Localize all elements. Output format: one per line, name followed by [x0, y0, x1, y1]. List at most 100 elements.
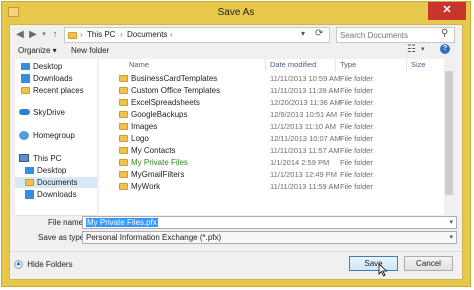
file-row[interactable]: Logo 12/11/2013 10:07 AM File folder — [99, 133, 439, 144]
file-name: Images — [131, 122, 158, 131]
desktop-icon — [25, 167, 34, 174]
nav-label: Documents — [37, 178, 78, 187]
filename-input[interactable]: My Private Files.pfx ▾ — [82, 216, 457, 229]
file-name: BusinessCardTemplates — [131, 74, 218, 83]
file-date: 1/1/2014 2:59 PM — [270, 158, 330, 167]
search-input[interactable] — [340, 29, 438, 41]
downloads-icon — [25, 190, 34, 199]
file-date: 11/1/2013 11:10 AM — [270, 122, 337, 131]
file-type: File folder — [340, 122, 373, 131]
vertical-scrollbar[interactable] — [444, 59, 454, 215]
file-row[interactable]: My Contacts 11/11/2013 11:57 AM File folde… — [99, 145, 439, 156]
file-type: File folder — [340, 98, 373, 107]
window-title: Save As — [217, 7, 255, 18]
refresh-icon[interactable]: ⟳ — [315, 28, 323, 39]
file-name: GoogleBackups — [131, 110, 188, 119]
folder-icon — [119, 135, 128, 142]
nav-label: Homegroup — [33, 131, 75, 140]
search-icon: ⚲ — [441, 28, 449, 39]
save-button[interactable]: Save — [349, 256, 398, 271]
breadcrumb-documents[interactable]: Documents — [127, 30, 167, 39]
folder-icon — [119, 171, 128, 178]
nav-label: Desktop — [37, 166, 67, 175]
file-date: 11/11/2013 11:39 AM — [270, 86, 340, 95]
breadcrumb-sep-icon: › — [170, 30, 173, 39]
folder-icon — [119, 75, 128, 82]
file-date: 11/11/2013 11:59 AM — [270, 182, 340, 191]
navigation-pane: Desktop Downloads Recent places SkyDrive… — [15, 59, 97, 215]
column-type[interactable]: Type — [340, 59, 356, 71]
save-type-select[interactable]: Personal Information Exchange (*.pfx) ▾ — [82, 231, 457, 244]
column-divider[interactable] — [265, 59, 266, 71]
file-date: 12/11/2013 10:07 AM — [270, 134, 341, 143]
folder-icon — [119, 123, 128, 130]
file-type: File folder — [340, 110, 373, 119]
cancel-button[interactable]: Cancel — [404, 256, 453, 271]
nav-label: Recent places — [33, 86, 84, 95]
column-date[interactable]: Date modified — [270, 59, 316, 71]
window-frame: Save As ✕ ◀ ▶ ▾ ↑ › This PC › Documents … — [1, 1, 471, 287]
nav-label: This PC — [33, 154, 62, 163]
downloads-icon — [21, 74, 30, 83]
file-date: 11/11/2013 10:59 AM — [270, 74, 341, 83]
file-row[interactable]: BusinessCardTemplates 11/11/2013 10:59 AM… — [99, 73, 439, 84]
address-dropdown-icon[interactable]: ▾ — [301, 29, 305, 38]
nav-label: Downloads — [33, 74, 73, 83]
address-bar[interactable]: › This PC › Documents › ▾ ⟳ — [64, 27, 330, 43]
breadcrumb-this-pc[interactable]: This PC — [87, 30, 115, 39]
view-dropdown-icon[interactable]: ▾ — [421, 45, 425, 53]
file-date: 12/9/2013 10:51 AM — [270, 110, 338, 119]
column-divider[interactable] — [335, 59, 336, 71]
footer-divider — [10, 251, 462, 252]
folder-icon — [119, 147, 128, 154]
file-row[interactable]: MyWork 11/11/2013 11:59 AM File folder — [99, 181, 439, 192]
file-row[interactable]: Images 11/1/2013 11:10 AM File folder — [99, 121, 439, 132]
file-row[interactable]: Custom Office Templates 11/11/2013 11:39 … — [99, 85, 439, 96]
file-name: My Private Files — [131, 158, 188, 167]
column-divider[interactable] — [406, 59, 407, 71]
folder-icon — [119, 111, 128, 118]
file-row[interactable]: MyGmailFilters 11/1/2013 12:49 PM File fol… — [99, 169, 439, 180]
file-row[interactable]: ExcelSpreadsheets 12/20/2013 11:36 AM File… — [99, 97, 439, 108]
file-list: Name Date modified Type Size BusinessCar… — [99, 59, 454, 215]
file-row[interactable]: GoogleBackups 12/9/2013 10:51 AM File fold… — [99, 109, 439, 120]
dialog-client: ◀ ▶ ▾ ↑ › This PC › Documents › ▾ ⟳ ⚲ Or… — [9, 24, 463, 280]
folder-icon — [119, 183, 128, 190]
file-date: 11/1/2013 12:49 PM — [270, 170, 337, 179]
file-type: File folder — [340, 134, 373, 143]
folder-icon — [68, 32, 77, 39]
column-name[interactable]: Name — [129, 59, 149, 71]
scrollbar-thumb[interactable] — [445, 71, 453, 195]
folder-icon — [119, 159, 128, 166]
hide-folders-label: Hide Folders — [27, 260, 73, 269]
recent-places-icon — [21, 87, 30, 94]
filename-value: My Private Files.pfx — [86, 218, 158, 227]
desktop-icon — [21, 63, 30, 70]
file-type: File folder — [340, 146, 373, 155]
file-name: Logo — [131, 134, 149, 143]
filename-dropdown-icon[interactable]: ▾ — [449, 217, 453, 228]
save-type-label: Save as type: — [38, 233, 87, 242]
back-icon[interactable]: ◀ — [14, 29, 26, 41]
homegroup-icon — [19, 131, 29, 140]
organize-menu[interactable]: Organize ▾ — [18, 46, 57, 55]
up-icon[interactable]: ↑ — [49, 29, 61, 41]
view-options-icon[interactable]: ☷ — [407, 44, 416, 55]
file-name: MyWork — [131, 182, 161, 191]
computer-icon — [19, 154, 29, 162]
cloud-icon — [19, 109, 30, 115]
help-icon[interactable]: ? — [440, 44, 450, 54]
nav-item-documents[interactable]: Documents — [15, 177, 97, 188]
nav-label: SkyDrive — [33, 108, 66, 117]
file-row[interactable]: My Private Files 1/1/2014 2:59 PM File fol… — [99, 157, 439, 168]
file-date: 12/20/2013 11:36 AM — [270, 98, 341, 107]
hide-folders-toggle[interactable]: ▲ Hide Folders — [14, 259, 73, 271]
documents-icon — [25, 179, 34, 186]
filename-label: File name: — [48, 218, 86, 227]
close-button[interactable]: ✕ — [428, 2, 466, 20]
column-size[interactable]: Size — [411, 59, 426, 71]
save-type-dropdown-icon[interactable]: ▾ — [449, 232, 453, 243]
search-box[interactable]: ⚲ — [336, 27, 455, 43]
collapse-icon: ▲ — [14, 260, 23, 270]
new-folder-button[interactable]: New folder — [71, 46, 109, 55]
